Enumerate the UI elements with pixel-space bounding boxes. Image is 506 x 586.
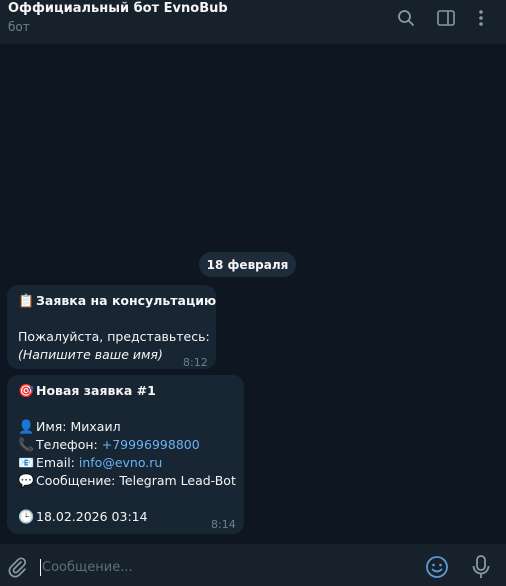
lead-message-row: 💬 Сообщение: Telegram Lead-Bot: [18, 473, 236, 489]
lead-date-row: 🕒 18.02.2026 03:14: [18, 509, 148, 525]
emoji-icon[interactable]: [425, 555, 449, 579]
message-time: 8:14: [211, 518, 236, 531]
message-input[interactable]: [42, 554, 402, 580]
lead-phone-row: 📞 Телефон: +79996998800: [18, 437, 200, 453]
target-icon: 🎯: [18, 384, 35, 399]
sidebar-toggle-icon[interactable]: [436, 8, 456, 28]
date-separator: 18 февраля: [199, 252, 296, 277]
phone-link[interactable]: +79996998800: [102, 437, 200, 452]
user-icon: 👤: [18, 420, 35, 435]
message-text: Пожалуйста, представьтесь:: [18, 329, 210, 344]
microphone-icon[interactable]: [471, 554, 491, 580]
clock-icon: 🕒: [18, 510, 35, 525]
text-caret: [40, 559, 41, 576]
search-icon[interactable]: [396, 8, 416, 28]
message-time: 8:12: [183, 356, 208, 369]
speech-bubble-icon: 💬: [18, 474, 35, 489]
phone-icon: 📞: [18, 438, 35, 453]
message-list[interactable]: 18 февраля 📋 Заявка на консультацию Пожал…: [0, 44, 506, 544]
clipboard-icon: 📋: [18, 294, 35, 309]
chat-header: Оффициальный бот EvnoBub бот: [0, 0, 506, 44]
more-vertical-icon[interactable]: [471, 8, 491, 28]
message-bubble[interactable]: 🎯 Новая заявка #1 👤 Имя: Михаил 📞 Телефон: …: [7, 375, 244, 534]
message-title: 📋 Заявка на консультацию: [18, 293, 217, 309]
message-composer: [0, 544, 506, 586]
lead-email-row: 📧 Email: info@evno.ru: [18, 455, 163, 471]
message-title: 🎯 Новая заявка #1: [18, 383, 156, 399]
message-bubble[interactable]: 📋 Заявка на консультацию Пожалуйста, пред…: [7, 285, 216, 369]
attach-icon[interactable]: [6, 556, 28, 578]
chat-subtitle: бот: [8, 20, 30, 34]
message-hint: (Напишите ваше имя): [18, 347, 163, 362]
chat-title[interactable]: Оффициальный бот EvnoBub: [8, 1, 228, 16]
email-link[interactable]: info@evno.ru: [79, 455, 162, 470]
email-icon: 📧: [18, 456, 35, 471]
lead-name-row: 👤 Имя: Михаил: [18, 419, 121, 435]
